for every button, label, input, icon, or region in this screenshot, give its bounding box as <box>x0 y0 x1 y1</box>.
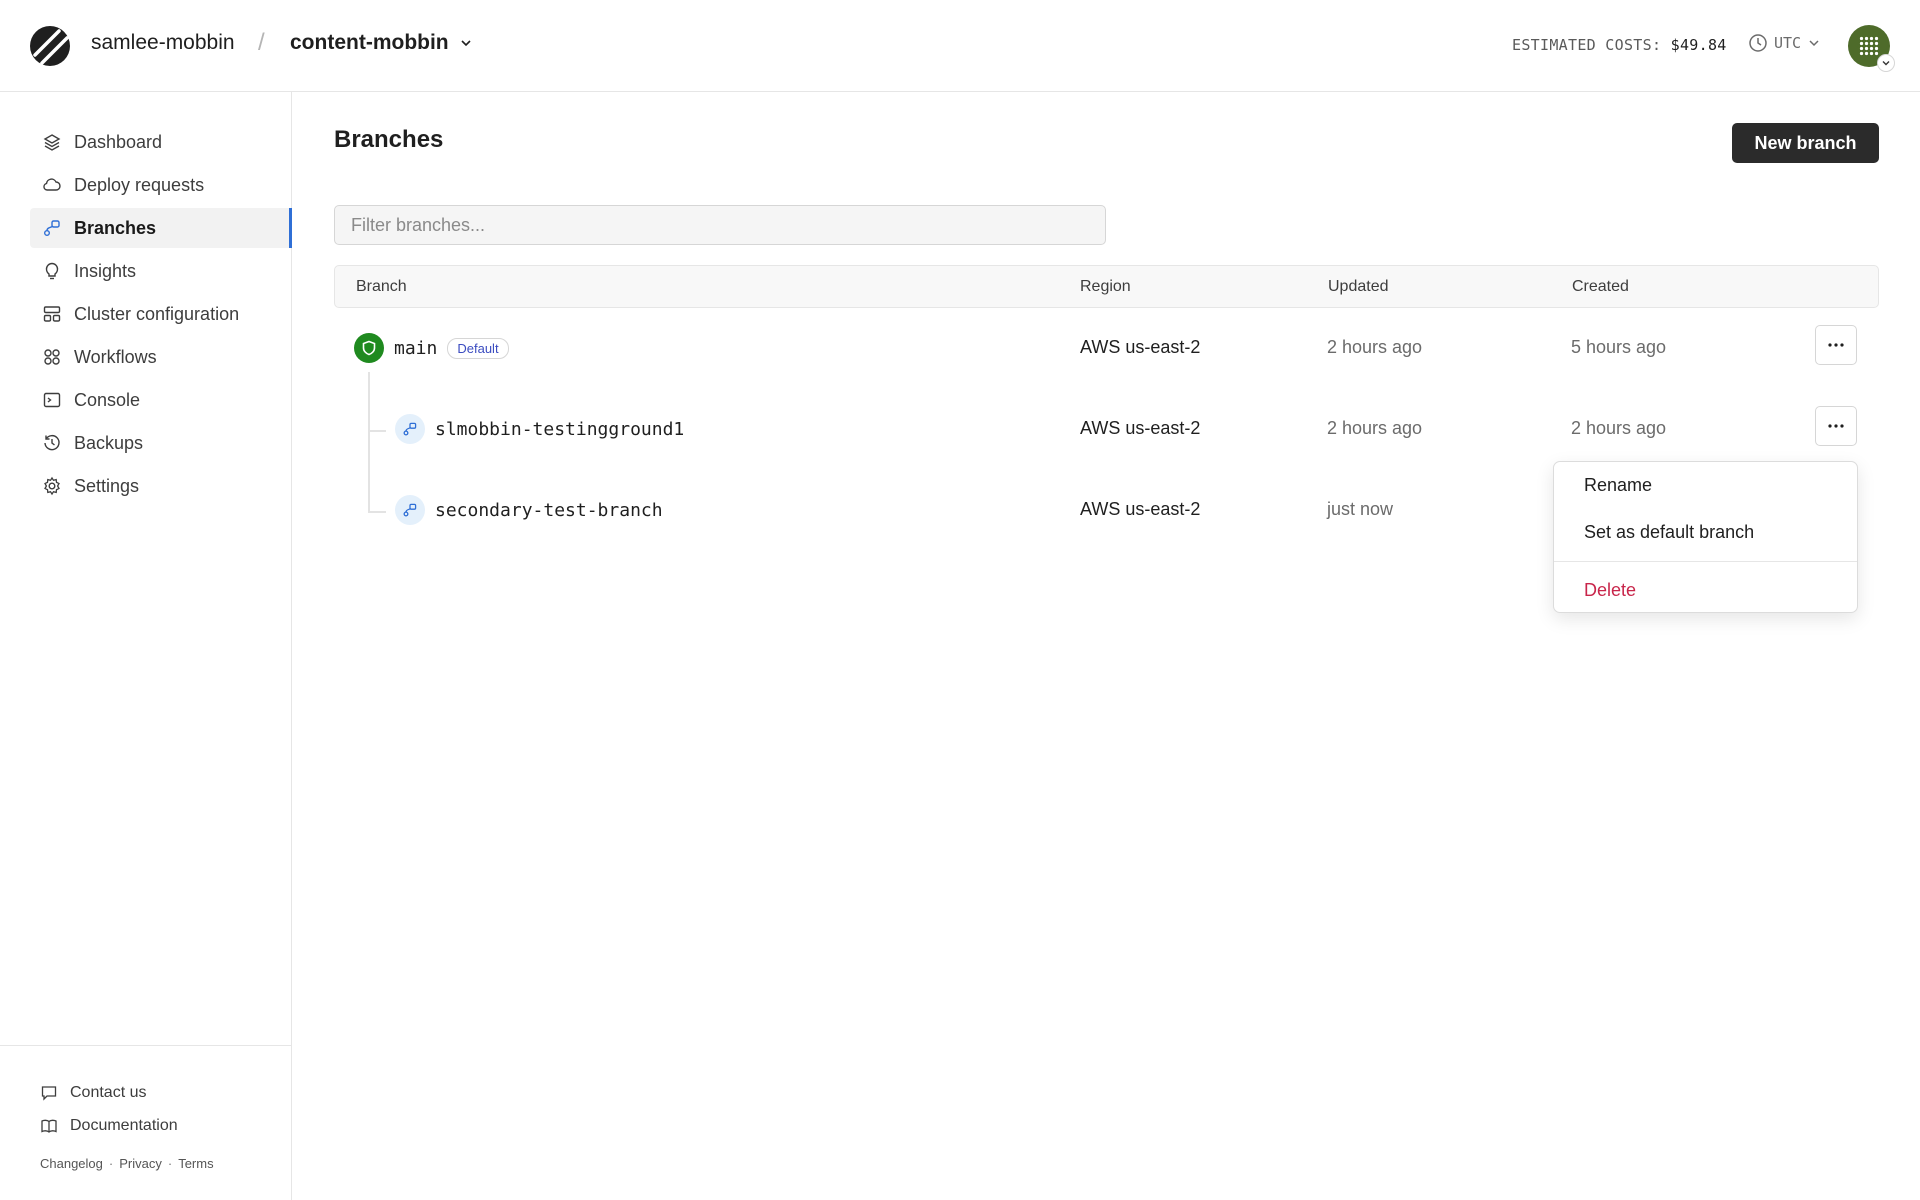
chevron-down-icon <box>1877 54 1895 72</box>
footer-links: Changelog · Privacy · Terms <box>40 1156 291 1171</box>
table-row[interactable]: main Default AWS us-east-2 2 hours ago 5… <box>334 314 1879 384</box>
sidebar-item-workflows[interactable]: Workflows <box>30 337 292 377</box>
sidebar-item-label: Branches <box>74 217 157 238</box>
contact-us-label: Contact us <box>70 1083 147 1101</box>
filter-branches-input[interactable] <box>334 205 1106 245</box>
more-horizontal-icon <box>1828 343 1844 347</box>
more-horizontal-icon <box>1828 424 1844 428</box>
branch-actions-menu: Rename Set as default branch Delete <box>1553 461 1858 613</box>
branch-icon <box>395 495 425 525</box>
sidebar-item-branches[interactable]: Branches <box>30 208 292 248</box>
costs-label: ESTIMATED COSTS: <box>1512 36 1662 54</box>
sidebar-item-console[interactable]: Console <box>30 380 292 420</box>
column-header-region: Region <box>1080 278 1131 295</box>
clock-icon <box>1749 34 1767 52</box>
terminal-icon <box>43 392 61 408</box>
layers-icon <box>43 134 61 151</box>
sidebar-item-label: Workflows <box>74 346 157 367</box>
column-header-updated: Updated <box>1328 278 1389 295</box>
table-header: Branch Region Updated Created <box>334 265 1879 308</box>
branch-cell: slmobbin-testingground1 <box>395 414 684 444</box>
changelog-link[interactable]: Changelog <box>40 1156 103 1171</box>
sidebar-item-label: Deploy requests <box>74 174 205 195</box>
default-badge: Default <box>447 337 509 359</box>
backup-icon <box>44 434 60 451</box>
top-header: samlee-mobbin / content-mobbin ESTIMATED… <box>0 0 1920 92</box>
sidebar-item-dashboard[interactable]: Dashboard <box>30 122 292 162</box>
sidebar-item-backups[interactable]: Backups <box>30 423 292 463</box>
created-cell: 2 hours ago <box>1571 418 1667 438</box>
branch-name[interactable]: main <box>394 338 437 359</box>
documentation-link[interactable]: Documentation <box>40 1109 291 1142</box>
branch-name[interactable]: secondary-test-branch <box>435 500 663 521</box>
branch-icon <box>395 414 425 444</box>
row-more-button[interactable] <box>1815 406 1857 446</box>
sidebar-item-label: Backups <box>74 432 144 453</box>
new-branch-button[interactable]: New branch <box>1732 123 1879 163</box>
column-header-branch: Branch <box>356 278 407 295</box>
documentation-label: Documentation <box>70 1116 178 1134</box>
cluster-icon <box>43 306 61 322</box>
sidebar-item-deploy-requests[interactable]: Deploy requests <box>30 165 292 205</box>
set-default-branch-menu-item[interactable]: Set as default branch <box>1584 522 1754 543</box>
region-cell: AWS us-east-2 <box>1080 499 1201 519</box>
database-switcher[interactable]: content-mobbin <box>290 31 473 55</box>
privacy-link[interactable]: Privacy <box>119 1156 162 1171</box>
chevron-down-icon <box>461 40 471 47</box>
sidebar-item-insights[interactable]: Insights <box>30 251 292 291</box>
footer-dot: · <box>167 1156 173 1171</box>
sidebar-item-label: Insights <box>74 260 137 281</box>
region-cell: AWS us-east-2 <box>1080 337 1201 357</box>
updated-cell: 2 hours ago <box>1327 337 1423 357</box>
sidebar-nav: Dashboard Deploy requests Branches Insig… <box>30 122 292 509</box>
column-header-created: Created <box>1572 278 1629 295</box>
row-more-button[interactable] <box>1815 325 1857 365</box>
region-cell: AWS us-east-2 <box>1080 418 1201 438</box>
user-avatar[interactable] <box>1848 25 1895 72</box>
book-icon <box>41 1119 57 1133</box>
menu-divider <box>1554 561 1857 562</box>
branch-name[interactable]: slmobbin-testingground1 <box>435 419 684 440</box>
delete-menu-item[interactable]: Delete <box>1584 580 1636 601</box>
sidebar-footer: Contact us Documentation Changelog · Pri… <box>0 1045 291 1171</box>
chat-icon <box>41 1085 57 1101</box>
workflows-icon <box>44 349 60 365</box>
gear-icon <box>44 476 60 496</box>
shield-icon <box>354 333 384 363</box>
footer-dot: · <box>108 1156 114 1171</box>
sidebar: Dashboard Deploy requests Branches Insig… <box>0 92 292 1200</box>
sidebar-item-label: Settings <box>74 475 140 496</box>
table-row[interactable]: slmobbin-testingground1 AWS us-east-2 2 … <box>334 395 1879 465</box>
timezone-label: UTC <box>1774 34 1802 52</box>
database-name: content-mobbin <box>290 31 449 54</box>
breadcrumb-separator: / <box>258 29 265 56</box>
chevron-down-icon <box>1809 40 1819 47</box>
sidebar-item-cluster-configuration[interactable]: Cluster configuration <box>30 294 292 334</box>
updated-cell: just now <box>1327 499 1394 519</box>
sidebar-item-settings[interactable]: Settings <box>30 466 292 506</box>
cloud-icon <box>43 178 61 191</box>
branch-icon <box>44 220 60 236</box>
branch-cell: main Default <box>354 333 509 363</box>
contact-us-link[interactable]: Contact us <box>40 1076 291 1109</box>
costs-value: $49.84 <box>1670 36 1727 54</box>
rename-menu-item[interactable]: Rename <box>1584 475 1652 496</box>
branch-cell: secondary-test-branch <box>395 495 663 525</box>
sidebar-item-label: Dashboard <box>74 131 163 152</box>
avatar-pattern-icon <box>1859 36 1879 56</box>
terms-link[interactable]: Terms <box>178 1156 213 1171</box>
sidebar-item-label: Console <box>74 389 141 410</box>
created-cell: 5 hours ago <box>1571 337 1667 357</box>
org-name-link[interactable]: samlee-mobbin <box>91 31 235 55</box>
page-title: Branches <box>334 126 444 153</box>
sidebar-item-label: Cluster configuration <box>74 303 240 324</box>
timezone-selector[interactable]: UTC <box>1748 33 1821 53</box>
updated-cell: 2 hours ago <box>1327 418 1423 438</box>
planetscale-logo-icon[interactable] <box>29 25 71 67</box>
estimated-costs: ESTIMATED COSTS: $49.84 <box>1512 36 1727 54</box>
lightbulb-icon <box>45 262 59 280</box>
